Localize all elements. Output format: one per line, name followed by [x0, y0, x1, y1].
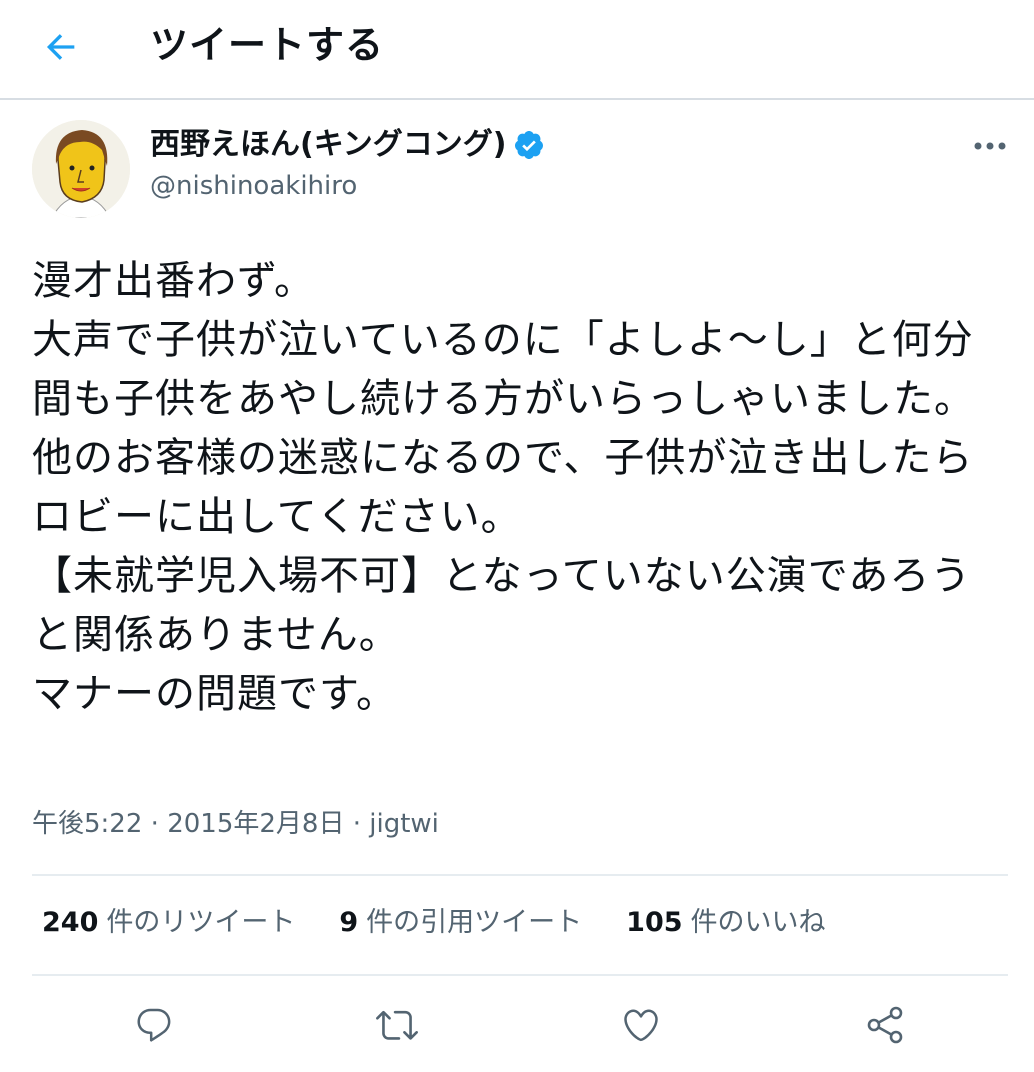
retweet-icon [376, 1010, 418, 1040]
more-options-button[interactable] [968, 128, 1012, 164]
retweet-button[interactable] [370, 998, 424, 1052]
reply-button[interactable] [127, 998, 181, 1052]
meta-separator: · [142, 809, 168, 839]
quotes-stat[interactable]: 9 件の引用ツイート [339, 904, 582, 942]
tweet-metadata: 午後5:22 · 2015年2月8日 · jigtwi [32, 806, 439, 842]
quotes-label: 件の引用ツイート [366, 907, 583, 938]
more-icon [974, 142, 1006, 150]
avatar-illustration [32, 120, 130, 218]
like-icon [624, 1009, 658, 1042]
tweet-time[interactable]: 午後5:22 [32, 809, 142, 839]
meta-separator: · [344, 809, 370, 839]
retweets-count: 240 [42, 907, 99, 938]
action-bar [0, 998, 1034, 1052]
share-button[interactable] [858, 998, 912, 1052]
avatar[interactable] [32, 120, 130, 218]
verified-badge-icon [514, 131, 543, 159]
likes-count: 105 [626, 907, 683, 938]
tweet-date[interactable]: 2015年2月8日 [167, 809, 344, 839]
reply-icon [137, 1008, 171, 1042]
quotes-count: 9 [339, 907, 359, 938]
author-handle[interactable]: @nishinoakihiro [150, 168, 357, 204]
top-bar: ツイートする [0, 0, 1034, 100]
retweets-label: 件のリツイート [106, 907, 296, 938]
author-display-name: 西野えほん(キングコング) [150, 127, 507, 162]
tweet-source[interactable]: jigtwi [369, 809, 439, 839]
share-icon [867, 1006, 903, 1044]
author-name[interactable]: 西野えほん(キングコング) [150, 124, 545, 166]
divider [32, 974, 1008, 976]
back-button[interactable] [32, 22, 90, 72]
likes-stat[interactable]: 105 件のいいね [626, 904, 825, 942]
page-title: ツイートする [150, 23, 385, 67]
like-button[interactable] [614, 998, 668, 1052]
engagement-stats: 240 件のリツイート 9 件の引用ツイート 105 件のいいね [42, 904, 870, 942]
divider [32, 874, 1008, 876]
retweets-stat[interactable]: 240 件のリツイート [42, 904, 295, 942]
likes-label: 件のいいね [690, 907, 826, 938]
tweet-text: 漫才出番わず。 大声で子供が泣いているのに「よしよ〜し」と何分間も子供をあやし続… [32, 258, 975, 717]
arrow-left-icon [46, 34, 75, 60]
